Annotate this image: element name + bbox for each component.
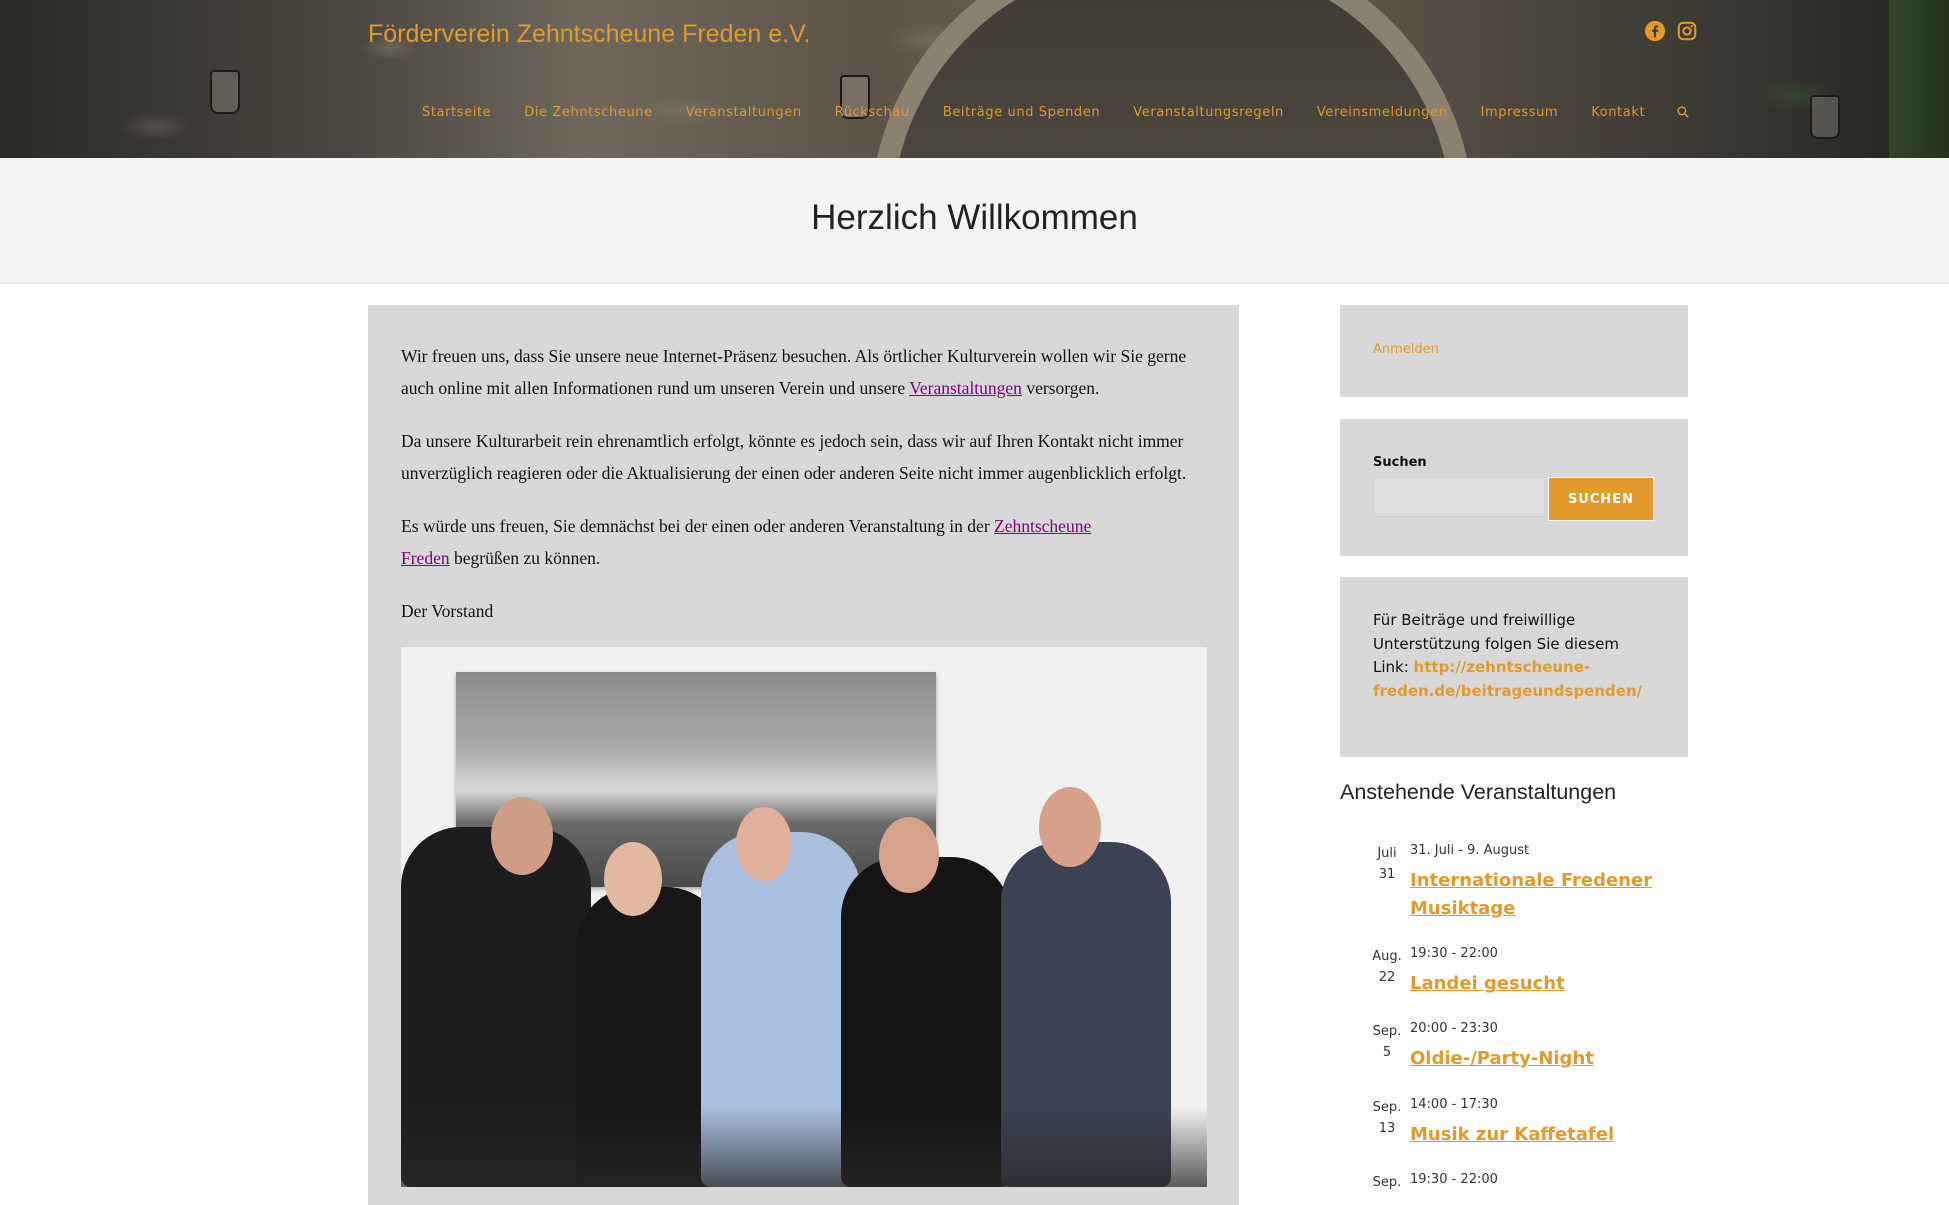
event-date: Sep. bbox=[1362, 1172, 1412, 1193]
page-title: Herzlich Willkommen bbox=[811, 198, 1138, 237]
person-head bbox=[1039, 787, 1101, 867]
event-month: Aug. bbox=[1372, 949, 1402, 964]
event-month: Sep. bbox=[1372, 1100, 1402, 1115]
person-head bbox=[491, 797, 553, 875]
event-date: Juli 31 bbox=[1362, 843, 1412, 885]
nav-item-kontakt[interactable]: Kontakt bbox=[1591, 105, 1645, 122]
signature-paragraph: Der Vorstand bbox=[401, 601, 494, 621]
nav-item-rueckschau[interactable]: Rückschau bbox=[835, 105, 910, 122]
social-links bbox=[1644, 20, 1698, 47]
nav-item-vereinsmeldungen[interactable]: Vereinsmeldungen bbox=[1317, 105, 1448, 122]
search-button[interactable]: SUCHEN bbox=[1548, 477, 1654, 521]
board-photo bbox=[401, 647, 1207, 1187]
site-header: Förderverein Zehntscheune Freden e.V. St… bbox=[0, 0, 1949, 158]
search-label: Suchen bbox=[1373, 455, 1427, 470]
volunteer-paragraph: Da unsere Kulturarbeit rein ehrenamtlich… bbox=[401, 431, 1187, 483]
table-foreground bbox=[401, 1107, 1207, 1187]
event-title-link[interactable]: Oldie-/Party-Night bbox=[1410, 1045, 1670, 1073]
facebook-icon[interactable] bbox=[1644, 20, 1666, 47]
site-title[interactable]: Förderverein Zehntscheune Freden e.V. bbox=[368, 20, 810, 49]
event-month: Juli bbox=[1377, 846, 1397, 861]
event-date: Sep. 5 bbox=[1362, 1021, 1412, 1063]
nav-item-impressum[interactable]: Impressum bbox=[1481, 105, 1559, 122]
lantern-image bbox=[210, 70, 240, 114]
event-title-link[interactable]: Landei gesucht bbox=[1410, 970, 1670, 998]
main-navigation: Startseite Die Zehntscheune Veranstaltun… bbox=[422, 105, 1690, 122]
login-widget: Anmelden bbox=[1340, 305, 1688, 397]
event-date: Sep. 13 bbox=[1362, 1097, 1412, 1139]
event-day: 22 bbox=[1378, 970, 1396, 985]
event-day: 31 bbox=[1378, 867, 1396, 882]
header-foliage-image bbox=[1889, 0, 1949, 158]
page-header: Herzlich Willkommen bbox=[0, 158, 1949, 284]
login-link[interactable]: Anmelden bbox=[1373, 342, 1439, 357]
search-icon[interactable] bbox=[1676, 105, 1690, 122]
events-heading: Anstehende Veranstaltungen bbox=[1340, 780, 1617, 804]
header-arch-image bbox=[870, 0, 1474, 158]
event-title-link[interactable]: Musik zur Kaffetafel bbox=[1410, 1121, 1670, 1149]
lantern-image bbox=[1810, 95, 1840, 139]
welcome-text: Es würde uns freuen, Sie demnächst bei d… bbox=[401, 516, 995, 536]
event-date: Aug. 22 bbox=[1362, 946, 1412, 988]
search-widget: Suchen SUCHEN bbox=[1340, 419, 1688, 556]
support-widget: Für Beiträge und freiwillige Unterstützu… bbox=[1340, 577, 1688, 757]
person-head bbox=[736, 807, 792, 881]
nav-item-beitraege-und-spenden[interactable]: Beiträge und Spenden bbox=[943, 105, 1100, 122]
main-content: Wir freuen uns, dass Sie unsere neue Int… bbox=[368, 305, 1239, 1205]
intro-text-end: versorgen. bbox=[1021, 378, 1100, 398]
event-time: 19:30 - 22:00 bbox=[1410, 1172, 1498, 1187]
event-time: 20:00 - 23:30 bbox=[1410, 1021, 1498, 1036]
veranstaltungen-link[interactable]: Veranstaltungen bbox=[909, 378, 1022, 398]
nav-item-startseite[interactable]: Startseite bbox=[422, 105, 491, 122]
event-time: 19:30 - 22:00 bbox=[1410, 946, 1498, 961]
person-head bbox=[604, 842, 662, 916]
support-link[interactable]: http://zehntscheune-freden.de/beitrageun… bbox=[1373, 658, 1642, 700]
welcome-text-end: begrüßen zu können. bbox=[449, 548, 601, 568]
nav-item-veranstaltungen[interactable]: Veranstaltungen bbox=[686, 105, 802, 122]
intro-paragraph: Wir freuen uns, dass Sie unsere neue Int… bbox=[401, 340, 1209, 404]
event-time: 31. Juli - 9. August bbox=[1410, 843, 1530, 858]
event-title-link[interactable]: Internationale Fredener Musiktage bbox=[1410, 867, 1670, 923]
nav-item-veranstaltungsregeln[interactable]: Veranstaltungsregeln bbox=[1133, 105, 1284, 122]
event-time: 14:00 - 17:30 bbox=[1410, 1097, 1498, 1112]
event-day: 13 bbox=[1378, 1121, 1396, 1136]
person-head bbox=[879, 817, 939, 893]
event-month: Sep. bbox=[1372, 1175, 1402, 1190]
event-month: Sep. bbox=[1372, 1024, 1402, 1039]
instagram-icon[interactable] bbox=[1676, 20, 1698, 47]
nav-item-die-zehntscheune[interactable]: Die Zehntscheune bbox=[524, 105, 652, 122]
support-text: Für Beiträge und freiwillige Unterstützu… bbox=[1373, 609, 1653, 703]
event-day: 5 bbox=[1382, 1045, 1392, 1060]
search-input[interactable] bbox=[1373, 477, 1545, 517]
welcome-paragraph: Es würde uns freuen, Sie demnächst bei d… bbox=[401, 510, 1121, 574]
